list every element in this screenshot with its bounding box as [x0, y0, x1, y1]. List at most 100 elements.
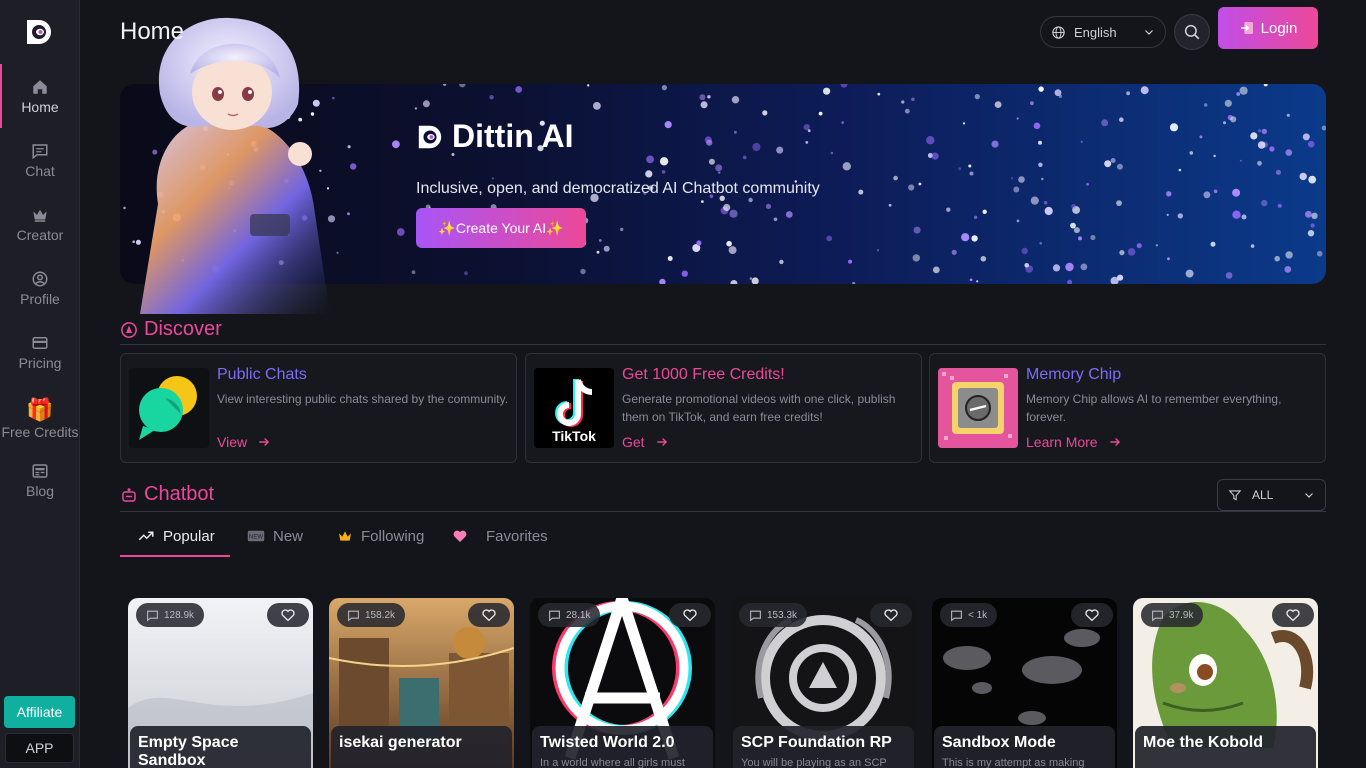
discover-card-action[interactable]: Get	[622, 434, 669, 450]
divider	[120, 511, 1326, 512]
anime-girl-illustration	[140, 17, 330, 314]
sidebar-item-home[interactable]: Home	[0, 64, 80, 128]
arrow-right-icon	[1109, 438, 1120, 446]
category-filter-value: ALL	[1252, 488, 1274, 502]
discover-heading: Discover	[120, 318, 222, 341]
tab-popular[interactable]: Popular	[137, 516, 215, 556]
dittin-logo-icon[interactable]	[24, 17, 54, 47]
sidebar-item-creator[interactable]: Creator	[0, 192, 80, 256]
memory-chip-icon	[938, 368, 1018, 448]
favorite-button[interactable]	[1272, 603, 1314, 627]
chat-count-icon	[951, 610, 962, 622]
bot-name: isekai generator	[339, 734, 462, 751]
bot-icon	[122, 487, 136, 502]
bot-name: Empty Space Sandbox	[138, 734, 239, 768]
sidebar: Home Chat Creator Profile Pricing 🎁 Free…	[0, 0, 80, 768]
sidebar-item-label: Blog	[25, 482, 55, 499]
language-select[interactable]: English	[1040, 16, 1166, 48]
bot-card-twisted-world[interactable]: 28.1k Twisted World 2.0 In a world where…	[530, 598, 715, 768]
tab-following[interactable]: Following	[337, 516, 424, 556]
bot-card-empty-space-sandbox[interactable]: 128.9k Empty Space Sandbox	[128, 598, 313, 768]
bot-card-moe-the-kobold[interactable]: 37.9k Moe the Kobold	[1133, 598, 1318, 768]
card-icon	[32, 336, 48, 349]
svg-text:NEW: NEW	[249, 535, 263, 541]
home-icon	[33, 79, 47, 94]
favorite-button[interactable]	[669, 603, 711, 627]
discover-card-free-credits[interactable]: TikTok Get 1000 Free Credits! Generate p…	[525, 353, 922, 463]
discover-card-memory-chip[interactable]: Memory Chip Memory Chip allows AI to rem…	[929, 353, 1326, 463]
tab-new[interactable]: NEW New	[247, 516, 303, 556]
bot-name: Moe the Kobold	[1143, 734, 1263, 751]
sidebar-item-pricing[interactable]: Pricing	[0, 320, 80, 384]
discover-card-public-chats[interactable]: Public Chats View interesting public cha…	[120, 353, 517, 463]
sidebar-item-label: Profile	[20, 290, 60, 307]
dittin-logo-icon	[418, 125, 442, 148]
blog-icon	[32, 463, 48, 478]
login-button[interactable]: Login	[1218, 7, 1318, 49]
bot-card-isekai-generator[interactable]: 158.2k isekai generator	[329, 598, 514, 768]
favorite-button[interactable]	[870, 603, 912, 627]
banner-brand-name: Dittin AI	[452, 118, 574, 154]
sidebar-item-label: Home	[21, 98, 59, 115]
chat-count-badge: 28.1k	[538, 603, 601, 627]
tab-label: Following	[361, 527, 425, 545]
bot-description: In a world where all girls must	[540, 757, 685, 768]
discover-card-action-label: Learn More	[1026, 434, 1098, 450]
banner-tagline: Inclusive, open, and democratized AI Cha…	[416, 180, 820, 197]
bot-description: This is my attempt as making	[942, 757, 1085, 768]
bot-description: You will be playing as an SCP	[741, 757, 887, 768]
discover-card-action[interactable]: View	[217, 434, 271, 450]
heart-outline-icon	[683, 609, 697, 622]
login-label: Login	[1260, 19, 1298, 37]
chat-count-value: 37.9k	[1169, 609, 1194, 621]
bot-info-panel: Twisted World 2.0 In a world where all g…	[532, 726, 713, 768]
bot-info-panel: isekai generator	[331, 726, 512, 768]
category-filter-select[interactable]: ALL	[1217, 479, 1326, 511]
discover-card-action-label: Get	[622, 434, 645, 450]
favorite-button[interactable]	[1071, 603, 1113, 627]
sidebar-item-profile[interactable]: Profile	[0, 256, 80, 320]
search-button[interactable]	[1174, 14, 1210, 50]
chatbot-heading-text: Chatbot	[144, 483, 215, 505]
app-root: Home Chat Creator Profile Pricing 🎁 Free…	[0, 0, 1366, 768]
language-value: English	[1074, 24, 1117, 40]
affiliate-button[interactable]: Affiliate	[4, 696, 75, 728]
heart-outline-icon	[482, 609, 496, 622]
bot-card-sandbox-mode[interactable]: < 1k Sandbox Mode This is my attempt as …	[932, 598, 1117, 768]
discover-heading-text: Discover	[144, 318, 222, 340]
discover-card-desc: Memory Chip allows AI to remember everyt…	[1026, 392, 1282, 424]
tiktok-icon: TikTok	[552, 379, 596, 444]
bot-card-scp-foundation[interactable]: 153.3k SCP Foundation RP You will be pla…	[731, 598, 916, 768]
tab-label: Popular	[163, 527, 215, 545]
tab-favorites[interactable]: Favorites	[452, 516, 548, 556]
heart-outline-icon	[1085, 609, 1099, 622]
active-tab-indicator	[120, 555, 230, 557]
discover-card-action[interactable]: Learn More	[1026, 434, 1122, 450]
crown-icon	[339, 531, 351, 541]
bot-name: Sandbox Mode	[942, 734, 1056, 751]
arrow-right-icon	[656, 438, 667, 446]
discover-card-title: Get 1000 Free Credits!	[622, 366, 785, 383]
chat-count-value: 158.2k	[365, 609, 396, 621]
chat-count-badge: 37.9k	[1141, 603, 1204, 627]
heart-outline-icon	[281, 609, 295, 622]
sidebar-item-blog[interactable]: Blog	[0, 448, 80, 512]
discover-card-title: Public Chats	[217, 366, 307, 383]
sidebar-item-chat[interactable]: Chat	[0, 128, 80, 192]
sidebar-item-free-credits[interactable]: 🎁 Free Credits	[0, 384, 80, 454]
sidebar-item-label: Free Credits	[1, 423, 79, 440]
discover-card-title: Memory Chip	[1026, 366, 1122, 383]
bot-info-panel: SCP Foundation RP You will be playing as…	[733, 726, 914, 768]
chat-bubbles-icon	[139, 376, 197, 440]
favorite-button[interactable]	[267, 603, 309, 627]
discover-card-desc: Generate promotional videos with one cli…	[622, 392, 896, 424]
chevron-down-icon	[1305, 493, 1313, 498]
app-button[interactable]: APP	[5, 733, 74, 763]
create-your-ai-button[interactable]: ✨Create Your AI✨	[416, 208, 586, 248]
chevron-down-icon	[1145, 30, 1153, 35]
favorite-button[interactable]	[468, 603, 510, 627]
chat-count-icon	[549, 610, 560, 622]
heart-icon	[453, 530, 467, 542]
chat-count-icon	[147, 610, 158, 622]
crown-icon	[33, 209, 47, 222]
